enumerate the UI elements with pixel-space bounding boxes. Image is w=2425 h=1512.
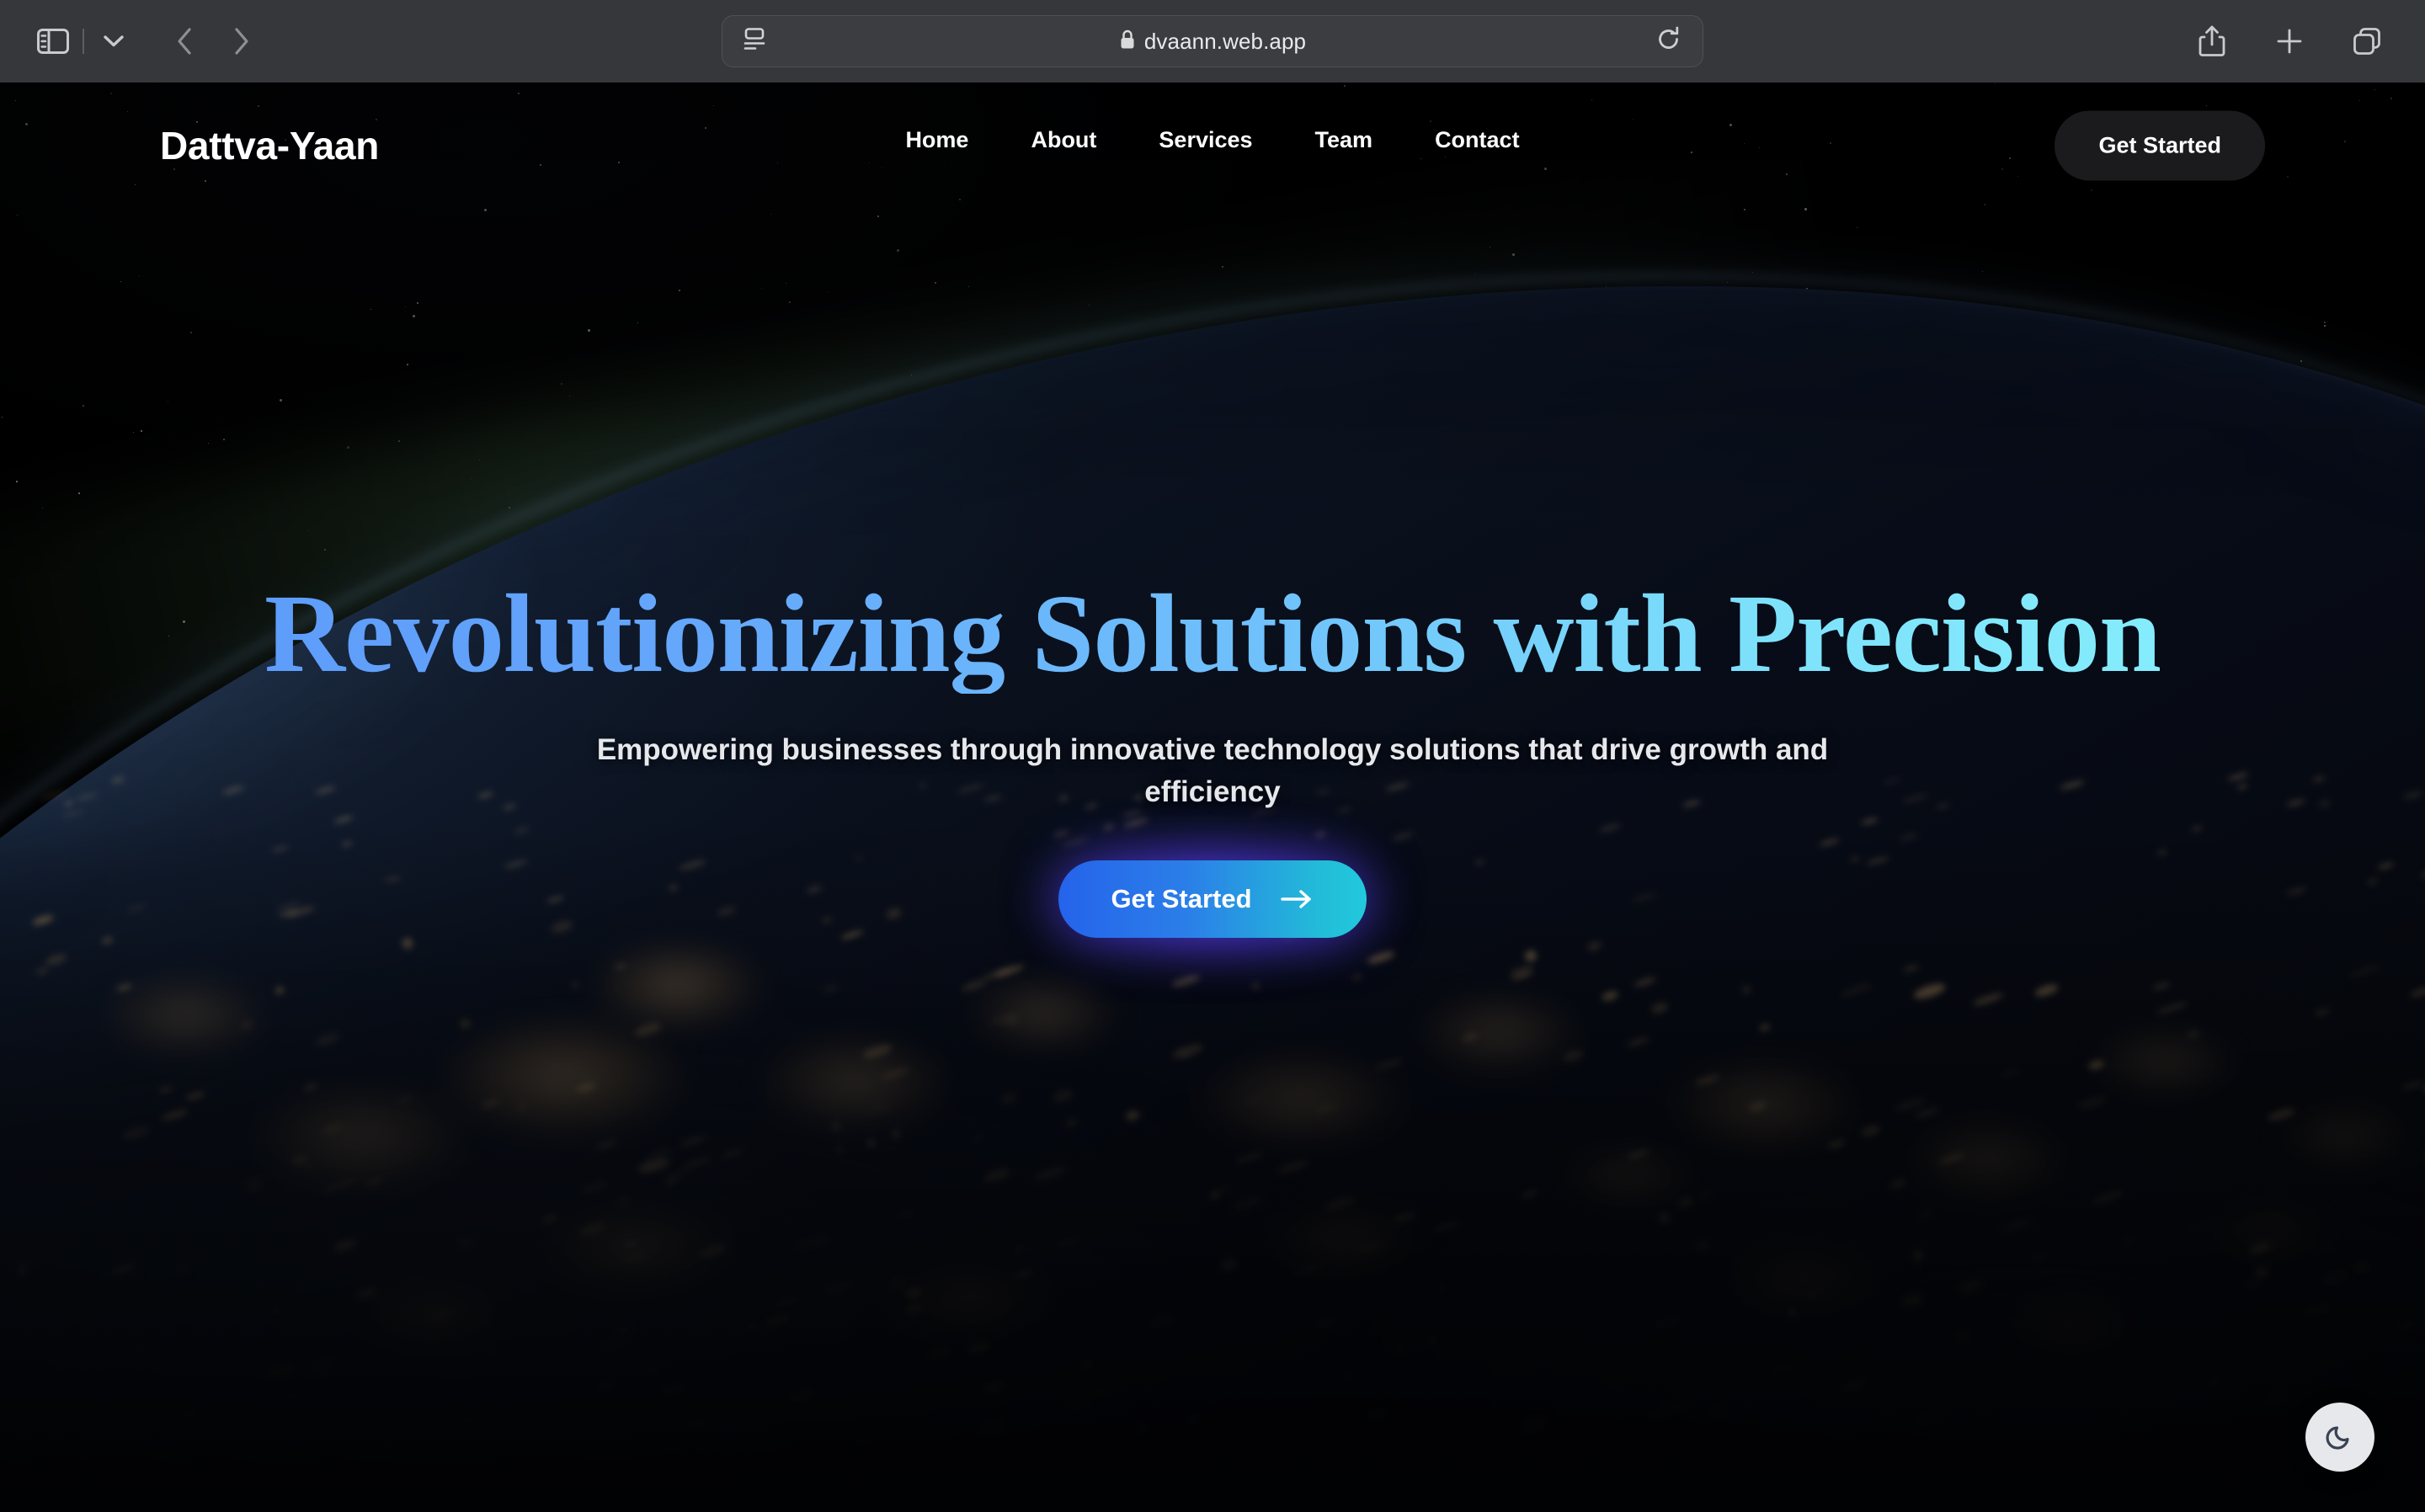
reload-icon: [1657, 26, 1681, 56]
address-bar-content: dvaann.web.app: [722, 29, 1703, 55]
sidebar-toggle-icon: [37, 29, 69, 54]
address-bar[interactable]: dvaann.web.app: [722, 15, 1703, 67]
browser-toolbar-left: [0, 17, 266, 66]
theme-toggle-button[interactable]: [2305, 1403, 2374, 1472]
address-bar-container: dvaann.web.app: [722, 15, 1703, 67]
page-settings-button[interactable]: [741, 28, 768, 56]
share-button[interactable]: [2188, 17, 2236, 66]
sidebar-toggle-button[interactable]: [29, 17, 77, 66]
forward-button[interactable]: [217, 17, 266, 66]
sidebar-control-group: [29, 17, 138, 66]
nav-item-about[interactable]: About: [999, 127, 1127, 153]
new-tab-button[interactable]: [2265, 17, 2314, 66]
back-button[interactable]: [160, 17, 209, 66]
main-navigation: Home About Services Team Contact: [874, 127, 1550, 153]
back-arrow-icon: [176, 27, 193, 56]
site-logo[interactable]: Dattva-Yaan: [160, 123, 379, 168]
reload-button[interactable]: [1657, 26, 1681, 56]
hero-cta-container: Get Started: [1035, 835, 1389, 962]
url-text: dvaann.web.app: [1143, 28, 1307, 54]
hero-title: Revolutionizing Solutions with Precision: [264, 570, 2161, 695]
nav-item-contact[interactable]: Contact: [1404, 127, 1551, 153]
nav-item-team[interactable]: Team: [1284, 127, 1404, 153]
lock-icon: [1119, 29, 1136, 55]
web-page: Dattva-Yaan Home About Services Team Con…: [0, 83, 2425, 1512]
site-header: Dattva-Yaan Home About Services Team Con…: [0, 83, 2425, 209]
navigation-arrows: [160, 17, 266, 66]
browser-toolbar-right: [2188, 17, 2391, 66]
forward-arrow-icon: [233, 27, 250, 56]
tab-overview-button[interactable]: [2342, 17, 2391, 66]
arrow-right-icon: [1280, 888, 1314, 910]
header-get-started-button[interactable]: Get Started: [2055, 110, 2265, 181]
tab-overview-icon: [2352, 26, 2382, 56]
page-settings-icon: [741, 28, 768, 56]
share-icon: [2198, 25, 2225, 57]
hero-subtitle: Empowering businesses through innovative…: [596, 733, 1829, 808]
nav-item-home[interactable]: Home: [874, 127, 999, 153]
plus-icon: [2275, 27, 2304, 56]
browser-toolbar: dvaann.web.app: [0, 0, 2425, 83]
hero-section: Revolutionizing Solutions with Precision…: [0, 83, 2425, 1512]
sidebar-options-button[interactable]: [89, 17, 138, 66]
hero-get-started-button[interactable]: Get Started: [1058, 860, 1367, 938]
chevron-down-icon: [103, 35, 125, 48]
nav-item-services[interactable]: Services: [1127, 127, 1283, 153]
hero-cta-label: Get Started: [1111, 883, 1252, 913]
moon-icon: [2322, 1419, 2358, 1456]
toolbar-divider: [83, 29, 84, 54]
